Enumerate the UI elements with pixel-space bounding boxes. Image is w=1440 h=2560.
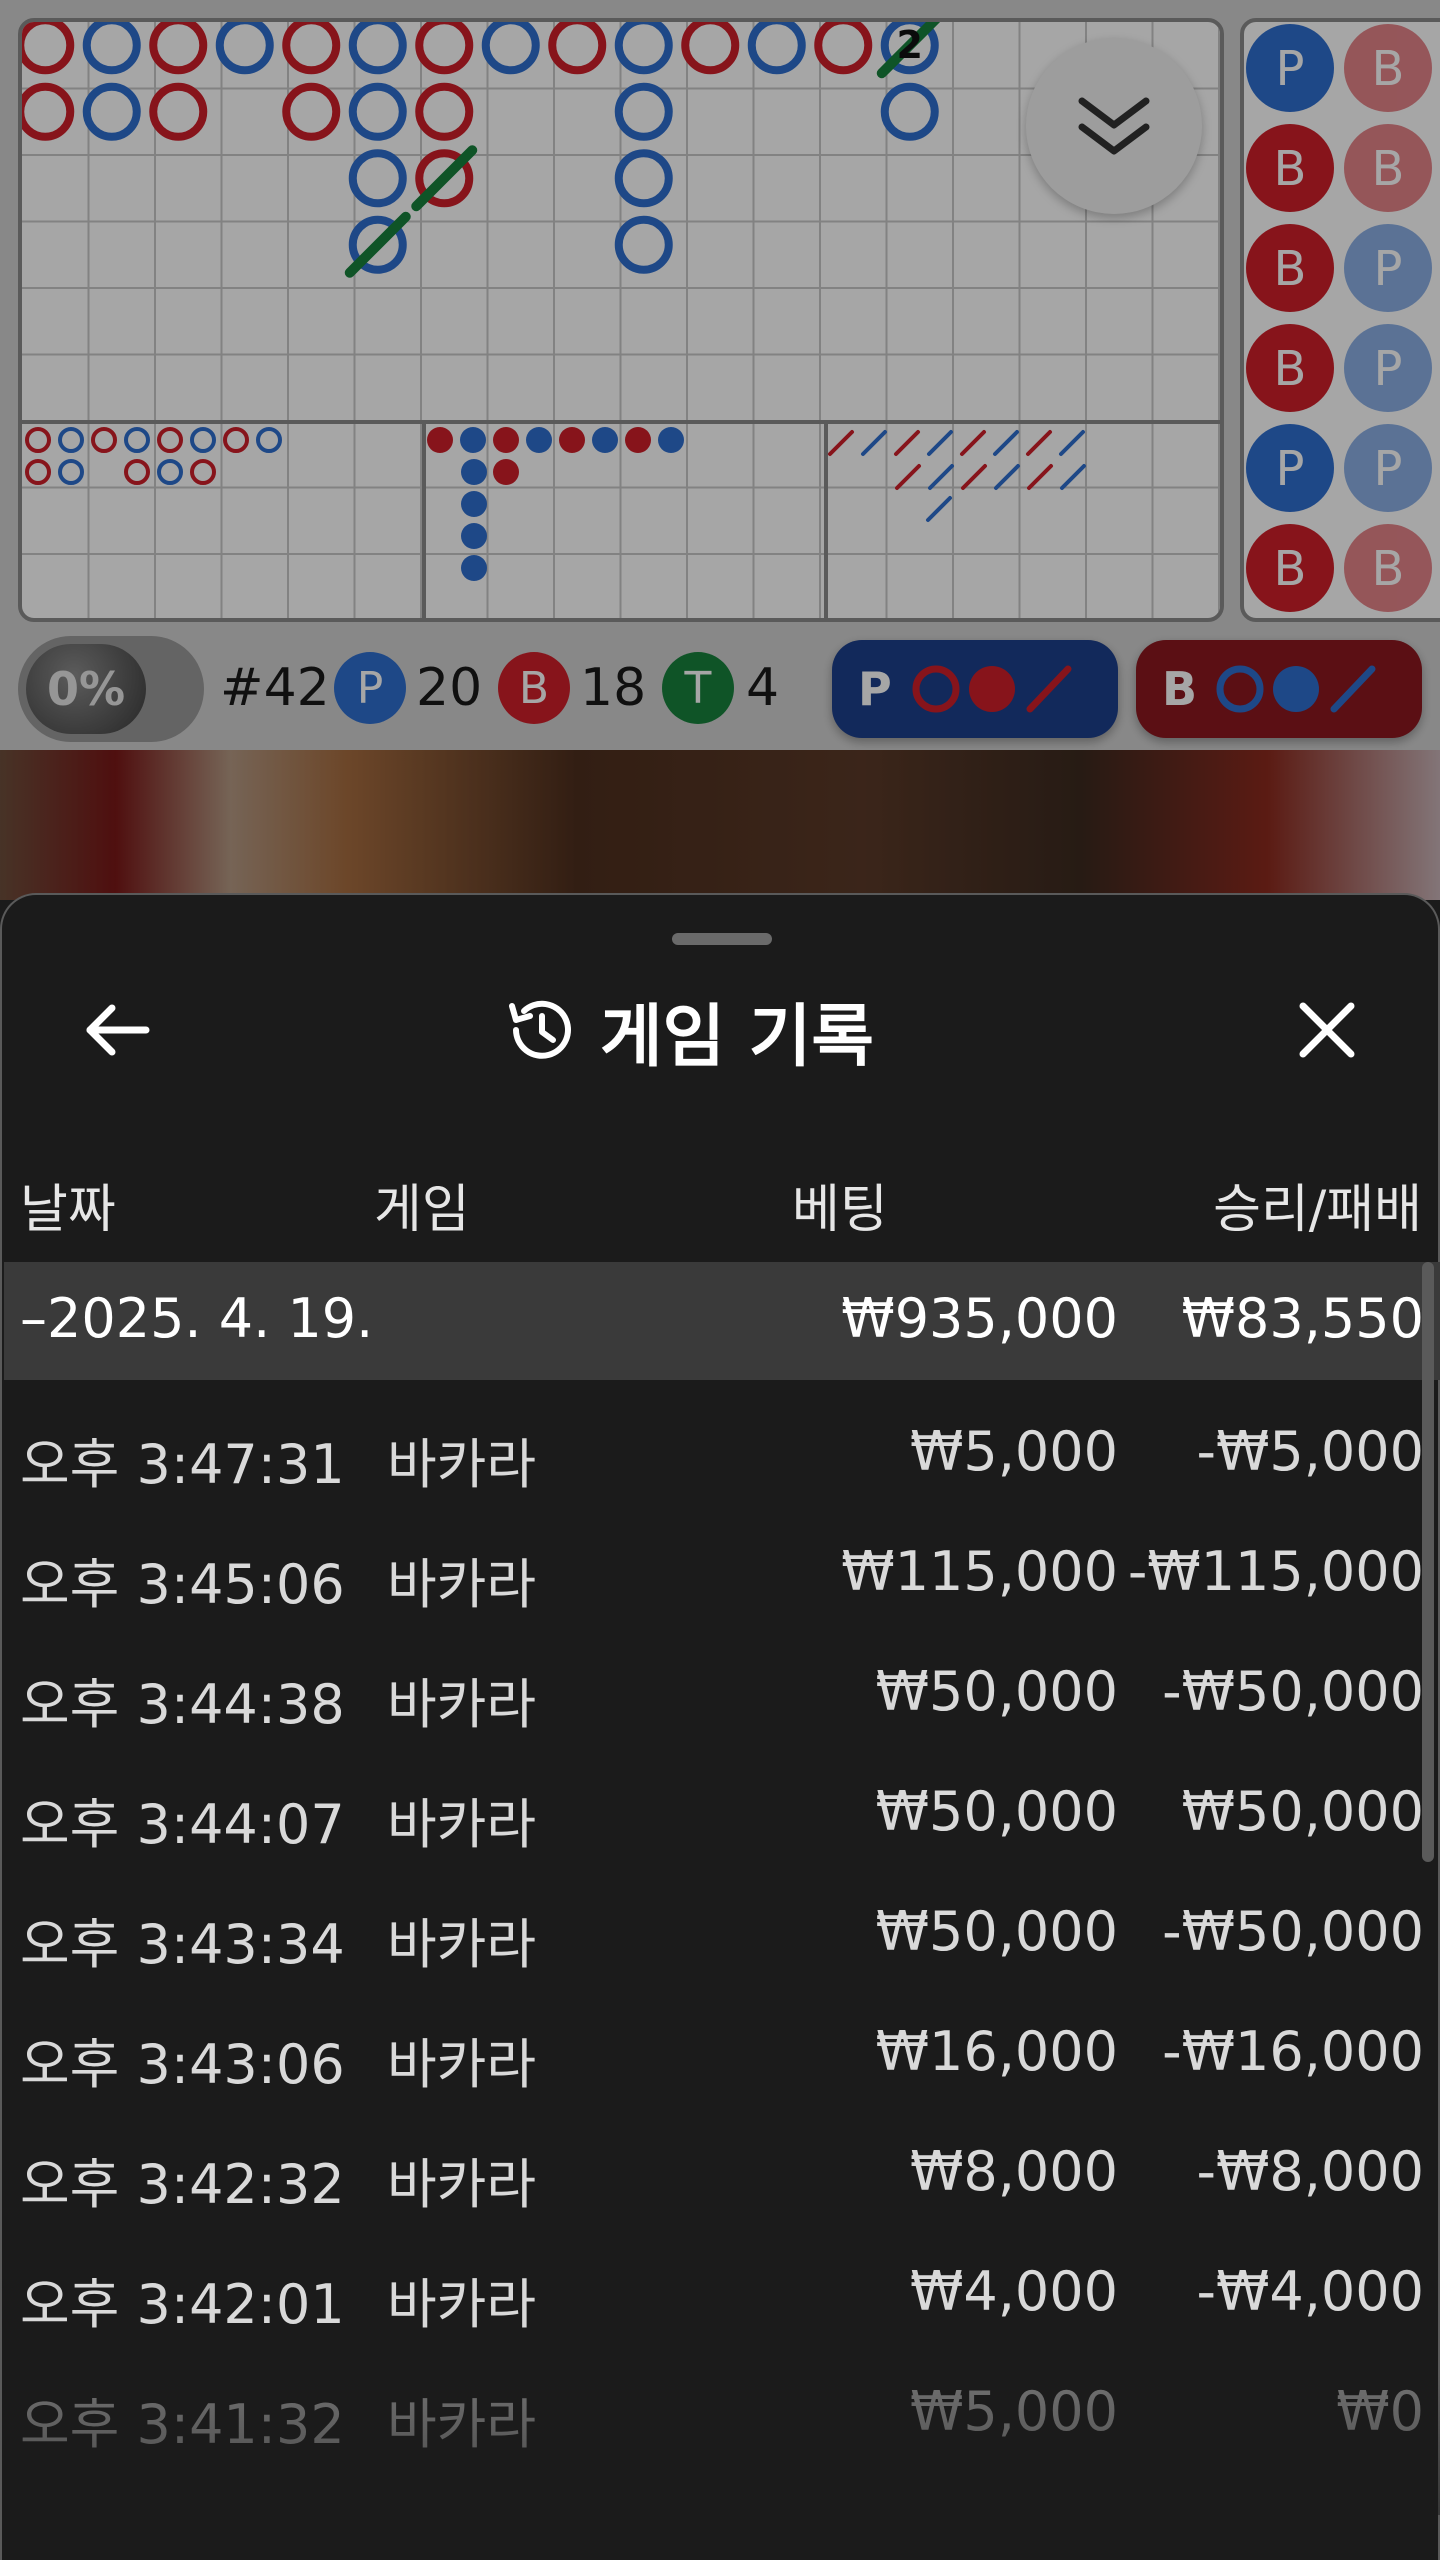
modal-header: 게임 기록 — [502, 980, 874, 1080]
row-result: ₩0 — [1336, 2380, 1424, 2443]
row-game: 바카라 — [387, 2393, 537, 2456]
row-game: 바카라 — [387, 1433, 537, 1496]
column-header-game: 게임 — [374, 1180, 470, 1240]
row-time: 오후 3:44:38 — [20, 1673, 345, 1736]
arrow-left-icon — [86, 1004, 150, 1056]
row-game: 바카라 — [387, 2273, 537, 2336]
back-button[interactable] — [72, 990, 162, 1070]
row-time: 오후 3:45:06 — [20, 1553, 345, 1616]
modal-title: 게임 기록 — [600, 997, 874, 1077]
row-result: -₩50,000 — [1162, 1660, 1424, 1723]
row-game: 바카라 — [387, 1793, 537, 1856]
row-game: 바카라 — [387, 1913, 537, 1976]
row-time: 오후 3:44:07 — [20, 1793, 345, 1856]
row-bet: ₩5,000 — [910, 2380, 1118, 2443]
row-result: -₩50,000 — [1162, 1900, 1424, 1963]
row-bet: ₩115,000 — [841, 1540, 1118, 1603]
modal-backdrop[interactable] — [0, 0, 1440, 900]
row-game: 바카라 — [387, 1553, 537, 1616]
history-clock-icon — [509, 1000, 571, 1059]
row-bet: ₩50,000 — [875, 1780, 1118, 1843]
row-game: 바카라 — [387, 1673, 537, 1736]
row-result: -₩4,000 — [1196, 2260, 1424, 2323]
column-header-result: 승리/패배 — [1213, 1180, 1422, 1240]
row-game: 바카라 — [387, 2033, 537, 2096]
row-time: 오후 3:43:34 — [20, 1913, 345, 1976]
row-time: 오후 3:47:31 — [20, 1433, 345, 1496]
row-bet: ₩4,000 — [910, 2260, 1118, 2323]
row-result: -₩115,000 — [1127, 1540, 1424, 1603]
row-result: -₩16,000 — [1162, 2020, 1424, 2083]
row-result: ₩50,000 — [1181, 1780, 1424, 1843]
group-result-total: ₩83,550 — [1181, 1287, 1424, 1350]
row-bet: ₩8,000 — [910, 2140, 1118, 2203]
row-result: -₩8,000 — [1196, 2140, 1424, 2203]
group-bet-total: ₩935,000 — [841, 1287, 1118, 1350]
row-bet: ₩5,000 — [910, 1420, 1118, 1483]
row-time: 오후 3:42:32 — [20, 2153, 345, 2216]
close-x-icon — [1299, 1002, 1355, 1058]
row-game: 바카라 — [387, 2153, 537, 2216]
column-header-date: 날짜 — [20, 1180, 116, 1240]
row-time: 오후 3:42:01 — [20, 2273, 345, 2336]
row-time: 오후 3:43:06 — [20, 2033, 345, 2096]
row-time: 오후 3:41:32 — [20, 2393, 345, 2456]
row-bet: ₩50,000 — [875, 1660, 1118, 1723]
group-date: –2025. 4. 19. — [20, 1287, 374, 1350]
row-result: -₩5,000 — [1196, 1420, 1424, 1483]
scrollbar[interactable] — [1422, 1262, 1434, 1862]
game-history-modal: 게임 기록 날짜 게임 베팅 승리/패배 –2025. 4. 19. ₩935,… — [0, 893, 1440, 2560]
row-bet: ₩16,000 — [875, 2020, 1118, 2083]
column-header-bet: 베팅 — [792, 1180, 888, 1240]
row-bet: ₩50,000 — [875, 1900, 1118, 1963]
drag-handle[interactable] — [672, 933, 772, 945]
close-button[interactable] — [1282, 990, 1372, 1070]
